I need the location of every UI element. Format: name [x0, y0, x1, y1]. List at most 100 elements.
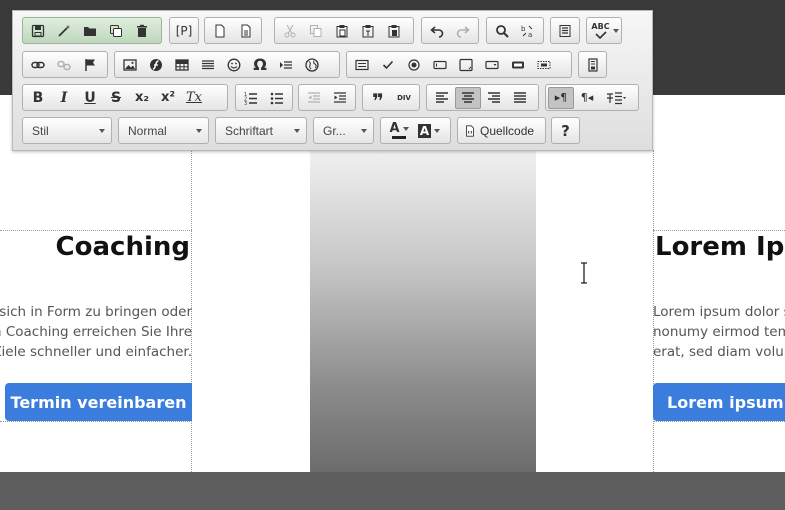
align-justify-icon[interactable] — [507, 87, 533, 109]
chevron-down-icon — [294, 129, 300, 133]
preview-button[interactable]: [P] — [172, 20, 196, 42]
text-color-button[interactable]: A — [384, 120, 414, 142]
iframe-globe-icon[interactable] — [299, 54, 325, 76]
select-field-icon[interactable] — [479, 54, 505, 76]
select-all-icon[interactable] — [553, 20, 577, 42]
outdent-icon[interactable] — [301, 87, 327, 109]
textarea-icon[interactable] — [453, 54, 479, 76]
replace-icon[interactable]: ba — [515, 20, 541, 42]
form-icon[interactable] — [349, 54, 375, 76]
help-button[interactable]: ? — [554, 120, 577, 142]
image-icon[interactable] — [117, 54, 143, 76]
checkbox-icon[interactable] — [375, 54, 401, 76]
button-field-icon[interactable] — [505, 54, 531, 76]
redo-icon[interactable] — [450, 20, 476, 42]
style-dropdown[interactable]: Stil — [22, 117, 112, 144]
toolbar-group-document — [22, 17, 162, 44]
paste-icon[interactable] — [329, 20, 355, 42]
source-code-label: Quellcode — [480, 123, 535, 138]
text-direction-rtl-button[interactable]: ¶◂ — [574, 87, 600, 109]
underline-button[interactable]: U — [77, 87, 103, 109]
text-color-label: A — [389, 120, 400, 136]
toolbar-group-select-all — [550, 17, 580, 44]
toolbar-group-basicstyles: B I U S x₂ x² Tx — [22, 84, 228, 111]
language-menu-icon[interactable] — [600, 87, 632, 109]
toolbar-group-forms — [346, 51, 572, 78]
style-dropdown-label: Stil — [32, 123, 49, 138]
chevron-down-icon — [434, 128, 441, 133]
background-color-button[interactable]: A — [414, 120, 444, 142]
toolbar-group-bidi: ▸¶ ¶◂ — [545, 84, 639, 111]
radio-icon[interactable] — [401, 54, 427, 76]
indent-icon[interactable] — [327, 87, 353, 109]
text-field-icon[interactable] — [427, 54, 453, 76]
align-left-icon[interactable] — [429, 87, 455, 109]
folder-icon[interactable] — [77, 20, 103, 42]
horizontal-rule-icon[interactable] — [195, 54, 221, 76]
copy-formatting-icon[interactable] — [103, 20, 129, 42]
new-page-icon[interactable] — [207, 20, 233, 42]
italic-button[interactable]: I — [51, 87, 77, 109]
toolbar-group-find: ba — [486, 17, 544, 44]
bullet-list-icon[interactable] — [264, 87, 290, 109]
right-card-text[interactable]: Lorem ipsum dolor sit amet nonumy eirmod… — [653, 302, 785, 364]
show-blocks-icon[interactable] — [581, 54, 604, 76]
text-direction-ltr-button[interactable]: ▸¶ — [548, 86, 574, 109]
format-dropdown-label: Normal — [128, 123, 167, 138]
bold-button[interactable]: B — [25, 87, 51, 109]
font-size-dropdown[interactable]: Gr... — [313, 117, 374, 144]
flag-icon[interactable] — [77, 54, 103, 76]
search-icon[interactable] — [489, 20, 515, 42]
link-icon[interactable] — [25, 54, 51, 76]
chevron-down-icon — [402, 126, 409, 131]
page-break-icon[interactable] — [273, 54, 299, 76]
smiley-icon[interactable] — [221, 54, 247, 76]
font-size-dropdown-label: Gr... — [323, 123, 346, 138]
align-right-icon[interactable] — [481, 87, 507, 109]
paste-word-icon[interactable] — [381, 20, 407, 42]
right-card-line: nonumy eirmod tempor — [653, 324, 785, 340]
hidden-field-icon[interactable] — [531, 54, 557, 76]
cut-icon[interactable] — [277, 20, 303, 42]
unlink-icon[interactable] — [51, 54, 77, 76]
toolbar-group-lists: 123 — [235, 84, 293, 111]
undo-icon[interactable] — [424, 20, 450, 42]
spellcheck-label: ABC — [591, 21, 610, 31]
lorem-ipsum-button[interactable]: Lorem ipsum — [653, 383, 785, 421]
svg-text:3: 3 — [244, 101, 247, 105]
subscript-button[interactable]: x₂ — [129, 87, 155, 109]
superscript-button[interactable]: x² — [155, 87, 181, 109]
document-icon[interactable] — [233, 20, 259, 42]
strikethrough-button[interactable]: S — [103, 87, 129, 109]
format-dropdown[interactable]: Normal — [118, 117, 209, 144]
font-dropdown-label: Schriftart — [225, 123, 274, 138]
div-container-button[interactable]: DIV — [391, 87, 417, 109]
spellcheck-button[interactable]: ABC — [589, 20, 612, 42]
right-card-title-wrap: Lorem Ipsum — [653, 228, 785, 268]
align-center-icon[interactable] — [455, 86, 481, 109]
font-dropdown[interactable]: Schriftart — [215, 117, 307, 144]
source-code-button[interactable]: Quellcode — [460, 124, 538, 138]
gradient-column — [310, 150, 536, 472]
background-color-label: A — [417, 123, 432, 138]
chevron-down-icon — [361, 129, 367, 133]
magic-wand-icon[interactable] — [51, 20, 77, 42]
left-card-title[interactable]: Coaching — [56, 232, 190, 262]
table-icon[interactable] — [169, 54, 195, 76]
numbered-list-icon[interactable]: 123 — [238, 87, 264, 109]
toolbar-group-help: ? — [551, 117, 580, 144]
left-card-text[interactable]: sich in Form zu bringen oder m Coaching … — [0, 302, 192, 364]
flash-icon[interactable] — [143, 54, 169, 76]
termin-vereinbaren-button[interactable]: Termin vereinbaren — [5, 383, 192, 421]
right-card-title[interactable]: Lorem Ipsum — [655, 232, 785, 262]
remove-format-button[interactable]: Tx — [181, 87, 207, 109]
editor-toolbar: [P] ba ABC Ω B I U S x₂ x² Tx 1 2 3 ❞ DI… — [12, 10, 653, 151]
left-card-line: sich in Form zu bringen oder — [0, 304, 192, 320]
save-icon[interactable] — [25, 20, 51, 42]
toolbar-group-links — [22, 51, 108, 78]
copy-icon[interactable] — [303, 20, 329, 42]
paste-text-icon[interactable] — [355, 20, 381, 42]
omega-icon[interactable]: Ω — [247, 54, 273, 76]
trash-icon[interactable] — [129, 20, 155, 42]
blockquote-button[interactable]: ❞ — [365, 87, 391, 113]
